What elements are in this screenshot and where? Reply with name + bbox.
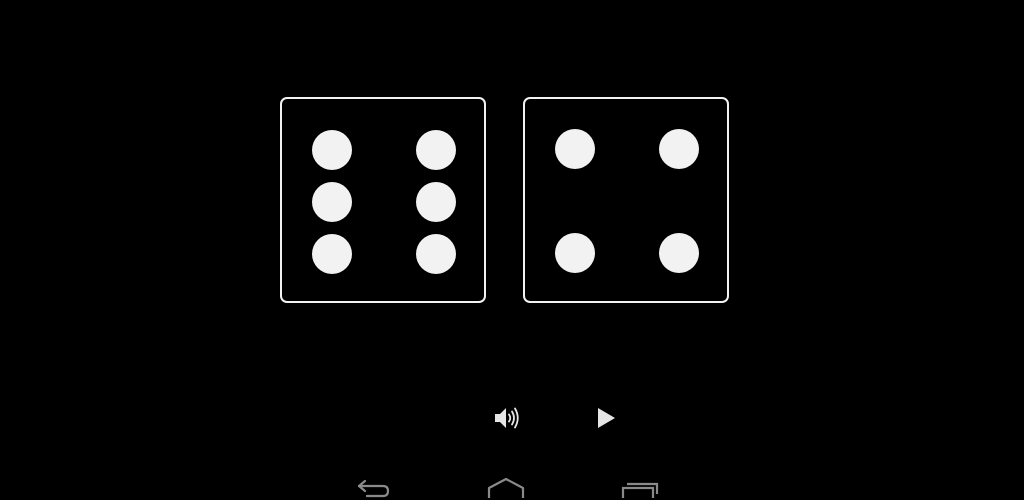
die-pip <box>312 182 352 222</box>
speaker-icon <box>495 407 519 429</box>
play-button[interactable] <box>586 398 626 438</box>
control-bar <box>0 398 1024 438</box>
die-pip <box>416 130 456 170</box>
die-pip <box>416 182 456 222</box>
play-icon <box>598 408 615 428</box>
home-button[interactable] <box>484 474 528 500</box>
sound-button[interactable] <box>486 398 526 438</box>
die-pip <box>555 233 595 273</box>
die-pip <box>555 129 595 169</box>
die-pip <box>312 130 352 170</box>
navigation-bar <box>0 470 1024 500</box>
die-pip <box>312 234 352 274</box>
home-icon <box>487 477 525 498</box>
die-left[interactable] <box>280 97 486 303</box>
recent-apps-button[interactable] <box>617 474 661 500</box>
back-arrow-icon <box>357 479 390 498</box>
die-pip <box>659 233 699 273</box>
die-pip <box>659 129 699 169</box>
back-button[interactable] <box>351 474 395 500</box>
die-right[interactable] <box>523 97 729 303</box>
die-pip <box>416 234 456 274</box>
game-screen <box>0 0 1024 500</box>
recent-apps-icon <box>621 482 659 498</box>
